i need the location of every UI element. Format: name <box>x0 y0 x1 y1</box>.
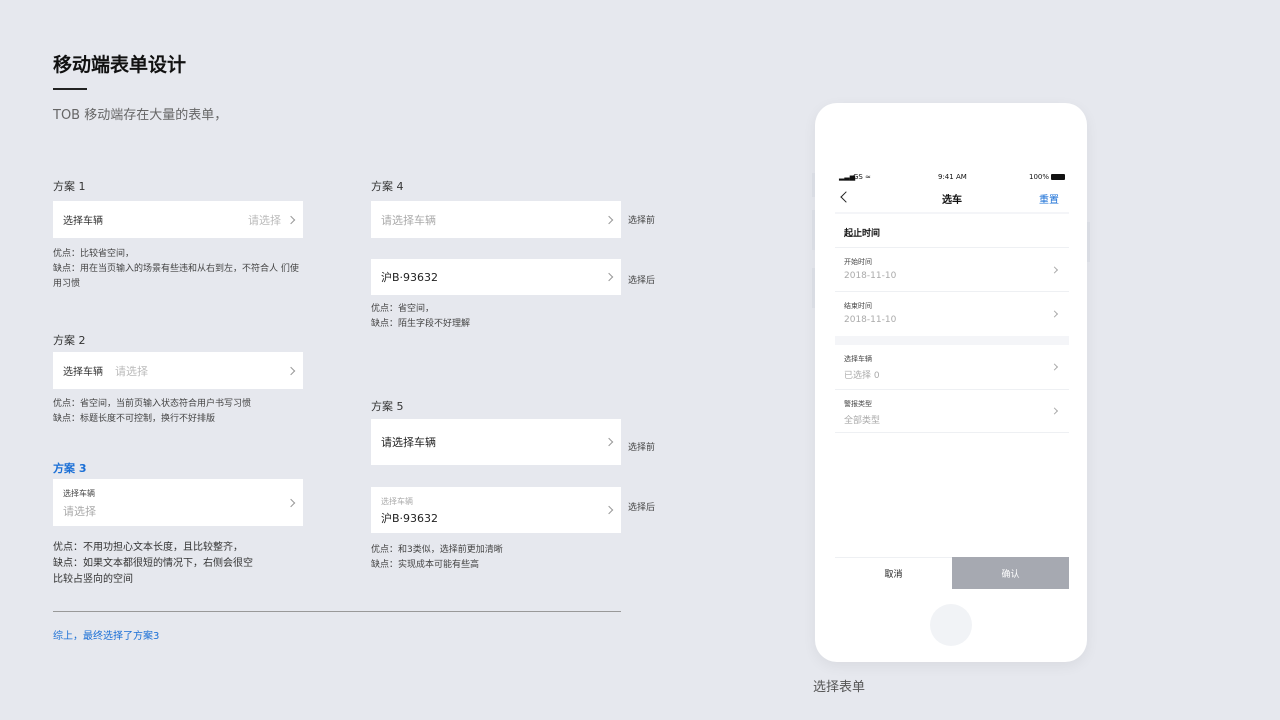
nav-bar: 选车 重置 <box>835 184 1069 212</box>
scheme-2-placeholder: 请选择 <box>115 364 148 378</box>
alarm-type-value: 全部类型 <box>844 416 881 426</box>
status-bar: ▂▃▅ GS ≈ 9:41 AM 100% <box>835 170 1069 184</box>
battery-icon <box>1051 174 1065 180</box>
time-range-group: 起止时间 开始时间 2018-11-10 结束时间 2018-11-10 <box>835 214 1069 336</box>
scheme-4-after-tag: 选择后 <box>628 276 656 286</box>
scheme-4-pros: 优点：省空间， <box>371 304 435 314</box>
scheme-3-label: 方案 3 <box>53 462 87 475</box>
filter-group: 选择车辆 已选择 0 警报类型 全部类型 <box>835 345 1069 557</box>
wifi-icon: ≈ <box>865 173 871 181</box>
scheme-2-pros: 优点：省空间，当前页输入状态符合用户书写习惯 <box>53 399 252 409</box>
phone-side-button <box>812 210 815 250</box>
scheme-3-pros: 优点：不用功担心文本长度，且比较整齐， <box>53 542 243 553</box>
page-subtitle: TOB 移动端存在大量的表单， <box>53 108 228 123</box>
chevron-right-icon <box>604 437 614 447</box>
chevron-right-icon <box>604 215 614 224</box>
scheme-5-after-field[interactable]: 选择车辆 沪B·93632 <box>371 487 621 533</box>
title-underline <box>53 88 87 90</box>
scheme-1-pros: 优点：比较省空间， <box>53 249 135 259</box>
carrier-label: GS <box>853 173 863 181</box>
scheme-5-after-tag: 选择后 <box>628 503 656 513</box>
battery-percent: 100% <box>1029 173 1050 181</box>
scheme-2-field[interactable]: 选择车辆 请选择 <box>53 352 303 389</box>
cancel-button[interactable]: 取消 <box>835 557 952 589</box>
scheme-3-cons: 缺点：如果文本都很短的情况下，右侧会很空 <box>53 558 253 569</box>
scheme-5-notes: 优点：和3类似，选择前更加清晰 缺点：实现成本可能有些高 <box>371 543 631 573</box>
scheme-5-before-tag: 选择前 <box>628 443 656 453</box>
chevron-right-icon <box>286 215 296 224</box>
scheme-1-label: 方案 1 <box>53 180 86 193</box>
scheme-3-notes: 优点：不用功担心文本长度，且比较整齐， 缺点：如果文本都很短的情况下，右侧会很空… <box>53 540 333 588</box>
scheme-4-before-field[interactable]: 请选择车辆 <box>371 201 621 238</box>
scheme-2-field-label: 选择车辆 <box>63 367 103 378</box>
alarm-type-label: 警报类型 <box>844 400 872 408</box>
scheme-1-notes: 优点：比较省空间， 缺点：用在当页输入的场景有些违和从右到左，不符合人 们使 用… <box>53 247 313 292</box>
scheme-4-after-field[interactable]: 沪B·93632 <box>371 259 621 295</box>
conclusion-text: 综上，最终选择了方案3 <box>53 631 160 642</box>
chevron-right-icon <box>604 272 614 282</box>
scheme-4-label: 方案 4 <box>371 180 404 193</box>
scheme-1-cons: 缺点：用在当页输入的场景有些违和从右到左，不符合人 们使 <box>53 264 299 274</box>
footer-buttons: 取消 确认 <box>835 557 1069 589</box>
scheme-2-label: 方案 2 <box>53 334 86 347</box>
phone-screen: ▂▃▅ GS ≈ 9:41 AM 100% 选车 重置 起止时间 开始时间 20… <box>835 170 1069 589</box>
phone-side-button <box>812 268 815 308</box>
scheme-4-cons: 缺点：陌生字段不好理解 <box>371 319 471 329</box>
scheme-3-cons-cont: 比较占竖向的空间 <box>53 574 133 585</box>
nav-title: 选车 <box>942 195 962 206</box>
scheme-3-field[interactable]: 选择车辆 请选择 <box>53 479 303 526</box>
alarm-type-row[interactable]: 警报类型 全部类型 <box>835 389 1069 433</box>
chevron-right-icon <box>1050 363 1059 371</box>
vehicle-label: 选择车辆 <box>844 355 872 363</box>
phone-power-button <box>1087 222 1090 262</box>
end-time-value: 2018-11-10 <box>844 315 897 325</box>
scheme-5-before-field[interactable]: 请选择车辆 <box>371 419 621 465</box>
scheme-1-field-label: 选择车辆 <box>63 216 103 227</box>
scheme-1-placeholder: 请选择 <box>248 213 281 227</box>
scheme-5-before-value: 请选择车辆 <box>381 436 436 449</box>
section-divider <box>53 611 621 612</box>
scheme-5-after-value: 沪B·93632 <box>381 512 439 525</box>
section-title: 起止时间 <box>844 229 881 239</box>
chevron-right-icon <box>1050 265 1059 274</box>
scheme-2-cons: 缺点：标题长度不可控制，换行不好排版 <box>53 414 216 424</box>
phone-side-button <box>812 173 815 197</box>
reset-button[interactable]: 重置 <box>1039 191 1059 206</box>
vehicle-value: 已选择 0 <box>844 371 880 381</box>
scheme-5-cons: 缺点：实现成本可能有些高 <box>371 560 480 570</box>
start-time-row[interactable]: 开始时间 2018-11-10 <box>835 247 1069 291</box>
page-title: 移动端表单设计 <box>53 54 187 76</box>
scheme-3-placeholder: 请选择 <box>63 505 96 518</box>
scheme-4-notes: 优点：省空间， 缺点：陌生字段不好理解 <box>371 302 631 332</box>
vehicle-row[interactable]: 选择车辆 已选择 0 <box>835 345 1069 389</box>
status-time: 9:41 AM <box>938 173 967 181</box>
scheme-5-label: 方案 5 <box>371 400 404 413</box>
chevron-right-icon <box>1050 407 1059 415</box>
start-time-label: 开始时间 <box>844 258 872 266</box>
start-time-value: 2018-11-10 <box>844 271 897 281</box>
scheme-3-field-label: 选择车辆 <box>63 489 95 498</box>
scheme-1-field[interactable]: 选择车辆 请选择 <box>53 201 303 238</box>
phone-caption: 选择表单 <box>813 680 866 695</box>
scheme-1-cons-cont: 用习惯 <box>53 279 81 289</box>
confirm-button[interactable]: 确认 <box>952 557 1069 589</box>
end-time-label: 结束时间 <box>844 302 872 310</box>
scheme-4-value: 沪B·93632 <box>381 271 439 284</box>
scheme-5-pros: 优点：和3类似，选择前更加清晰 <box>371 545 503 555</box>
scheme-5-after-label: 选择车辆 <box>381 497 413 506</box>
chevron-right-icon <box>286 366 296 375</box>
home-button <box>930 604 972 646</box>
end-time-row[interactable]: 结束时间 2018-11-10 <box>835 291 1069 335</box>
scheme-4-placeholder: 请选择车辆 <box>381 213 436 227</box>
scheme-4-before-tag: 选择前 <box>628 216 656 226</box>
scheme-2-notes: 优点：省空间，当前页输入状态符合用户书写习惯 缺点：标题长度不可控制，换行不好排… <box>53 397 353 427</box>
chevron-right-icon <box>1050 309 1059 318</box>
